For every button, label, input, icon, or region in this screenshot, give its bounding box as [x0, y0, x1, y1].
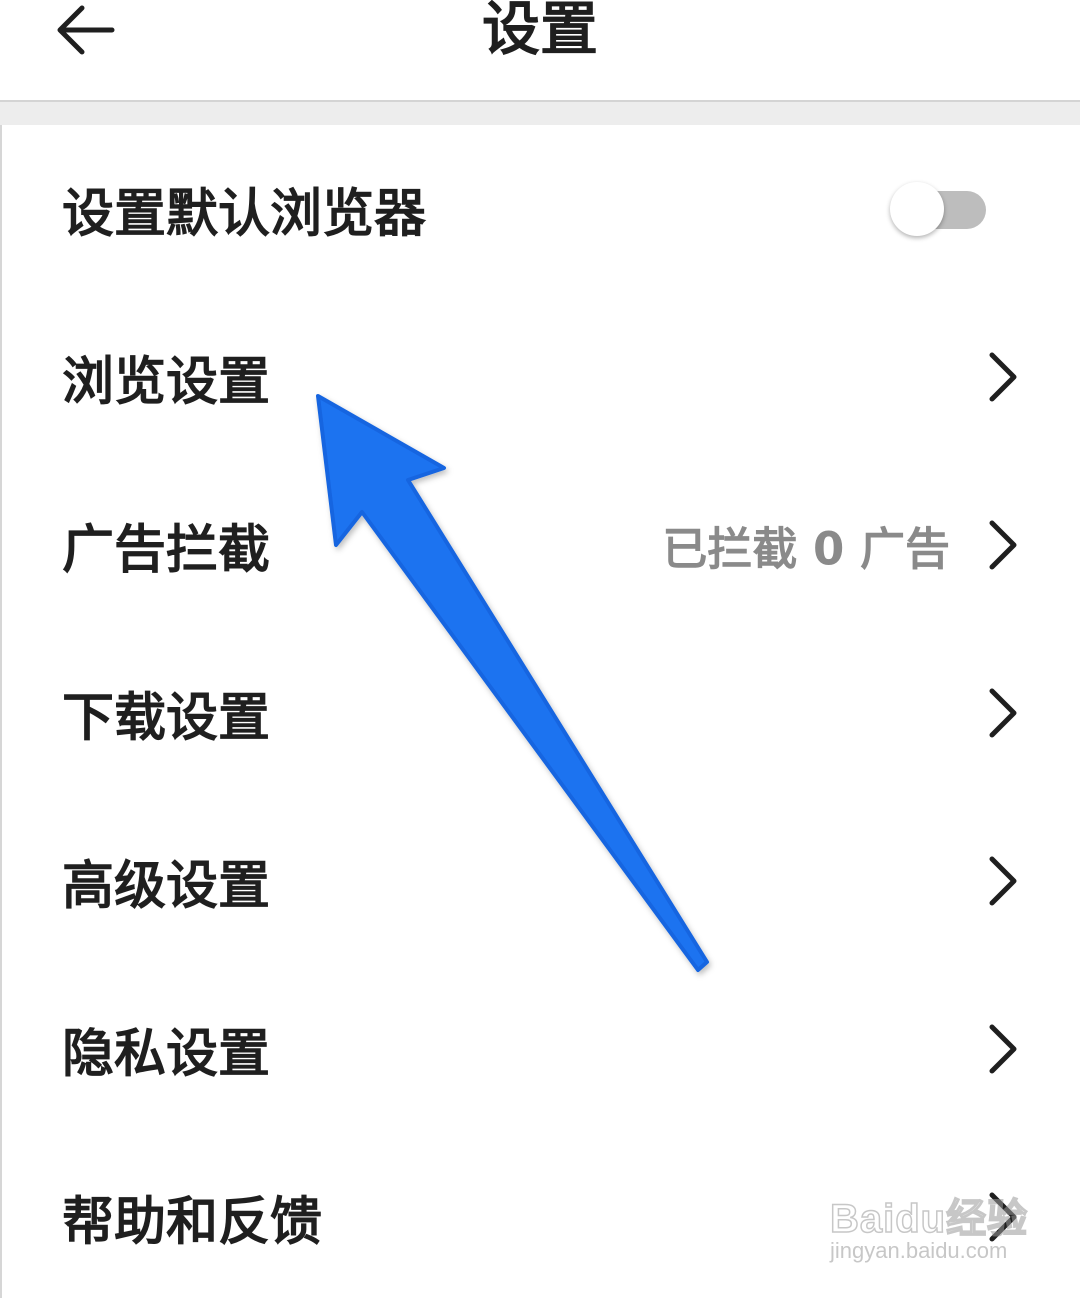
settings-row-ad-block[interactable]: 广告拦截 已拦截 0 广告: [0, 461, 1080, 629]
settings-row-advanced-settings[interactable]: 高级设置: [0, 797, 1080, 965]
row-label: 下载设置: [62, 688, 271, 749]
row-label: 广告拦截: [62, 520, 271, 581]
toggle-knob: [890, 182, 944, 236]
settings-row-privacy-settings[interactable]: 隐私设置: [0, 965, 1080, 1133]
chevron-right-icon: [989, 1192, 1017, 1242]
chevron-right-icon: [989, 352, 1017, 402]
chevron-right-icon: [989, 1024, 1017, 1074]
chevron-right-icon: [989, 688, 1017, 738]
ad-block-count: 已拦截 0 广告: [662, 522, 950, 576]
row-label: 高级设置: [62, 856, 271, 917]
settings-row-default-browser[interactable]: 设置默认浏览器: [0, 125, 1080, 293]
settings-row-help-feedback[interactable]: 帮助和反馈: [0, 1133, 1080, 1301]
default-browser-toggle[interactable]: [890, 182, 988, 236]
row-label: 隐私设置: [62, 1024, 271, 1085]
row-label: 浏览设置: [62, 352, 271, 413]
row-label: 帮助和反馈: [62, 1192, 323, 1253]
chevron-right-icon: [989, 520, 1017, 570]
chevron-right-icon: [989, 856, 1017, 906]
settings-row-browse-settings[interactable]: 浏览设置: [0, 293, 1080, 461]
row-label: 设置默认浏览器: [62, 184, 427, 245]
page-title: 设置: [481, 0, 598, 63]
settings-row-download-settings[interactable]: 下载设置: [0, 629, 1080, 797]
header-bar: 设置: [0, 0, 1080, 100]
section-gap: [0, 102, 1080, 125]
